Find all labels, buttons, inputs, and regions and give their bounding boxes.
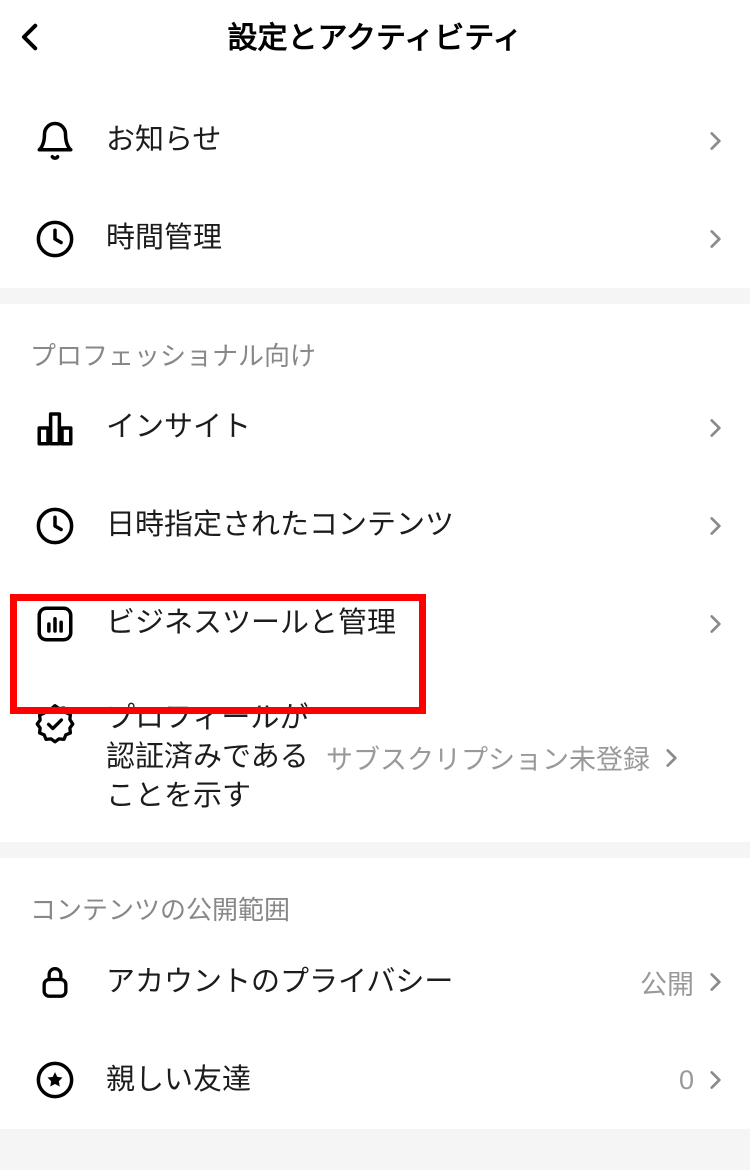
- row-label: 日時指定されたコンテンツ: [106, 506, 702, 545]
- row-label: ビジネスツールと管理: [106, 604, 702, 643]
- row-account-privacy[interactable]: アカウントのプライバシー 公開: [0, 933, 750, 1031]
- row-notifications[interactable]: お知らせ: [0, 92, 750, 190]
- page-title: 設定とアクティビティ: [24, 13, 726, 57]
- row-value: 0: [679, 1065, 694, 1096]
- row-label: 親しい友達: [106, 1061, 679, 1100]
- star-circle-icon: [32, 1057, 78, 1103]
- lock-icon: [32, 959, 78, 1005]
- chevron-right-icon: [658, 745, 684, 771]
- row-close-friends[interactable]: 親しい友達 0: [0, 1031, 750, 1129]
- chevron-right-icon: [702, 513, 728, 539]
- row-insights[interactable]: インサイト: [0, 379, 750, 477]
- row-value: 公開: [640, 963, 694, 1002]
- chevron-right-icon: [702, 415, 728, 441]
- chevron-right-icon: [702, 969, 728, 995]
- clock-icon: [32, 503, 78, 549]
- row-business-tools[interactable]: ビジネスツールと管理: [0, 575, 750, 673]
- dashboard-icon: [32, 601, 78, 647]
- row-value: サブスクリプション未登録: [326, 738, 650, 777]
- chevron-right-icon: [702, 1067, 728, 1093]
- bell-icon: [32, 118, 78, 164]
- chevron-right-icon: [702, 611, 728, 637]
- row-scheduled-content[interactable]: 日時指定されたコンテンツ: [0, 477, 750, 575]
- row-verified-profile[interactable]: プロフィールが認証済みであることを示す サブスクリプション未登録: [0, 673, 750, 842]
- chevron-left-icon: [14, 20, 48, 54]
- section-header-professional: プロフェッショナル向け: [0, 304, 750, 379]
- partial-row-top: [0, 78, 750, 92]
- section-general: お知らせ 時間管理: [0, 92, 750, 288]
- header: 設定とアクティビティ: [0, 0, 750, 78]
- verified-badge-icon: [32, 701, 78, 747]
- bar-chart-icon: [32, 405, 78, 451]
- section-header-visibility: コンテンツの公開範囲: [0, 858, 750, 933]
- chevron-right-icon: [702, 226, 728, 252]
- chevron-right-icon: [702, 128, 728, 154]
- row-label: お知らせ: [106, 121, 702, 160]
- row-label: インサイト: [106, 408, 702, 447]
- row-time-management[interactable]: 時間管理: [0, 190, 750, 288]
- section-content-visibility: コンテンツの公開範囲 アカウントのプライバシー 公開 親しい友達 0: [0, 858, 750, 1129]
- section-professional: プロフェッショナル向け インサイト 日時指定されたコンテンツ: [0, 304, 750, 842]
- row-label: 時間管理: [106, 219, 702, 258]
- row-label: アカウントのプライバシー: [106, 963, 640, 1002]
- back-button[interactable]: [14, 20, 48, 59]
- clock-icon: [32, 216, 78, 262]
- row-label: プロフィールが認証済みであることを示す: [106, 699, 326, 816]
